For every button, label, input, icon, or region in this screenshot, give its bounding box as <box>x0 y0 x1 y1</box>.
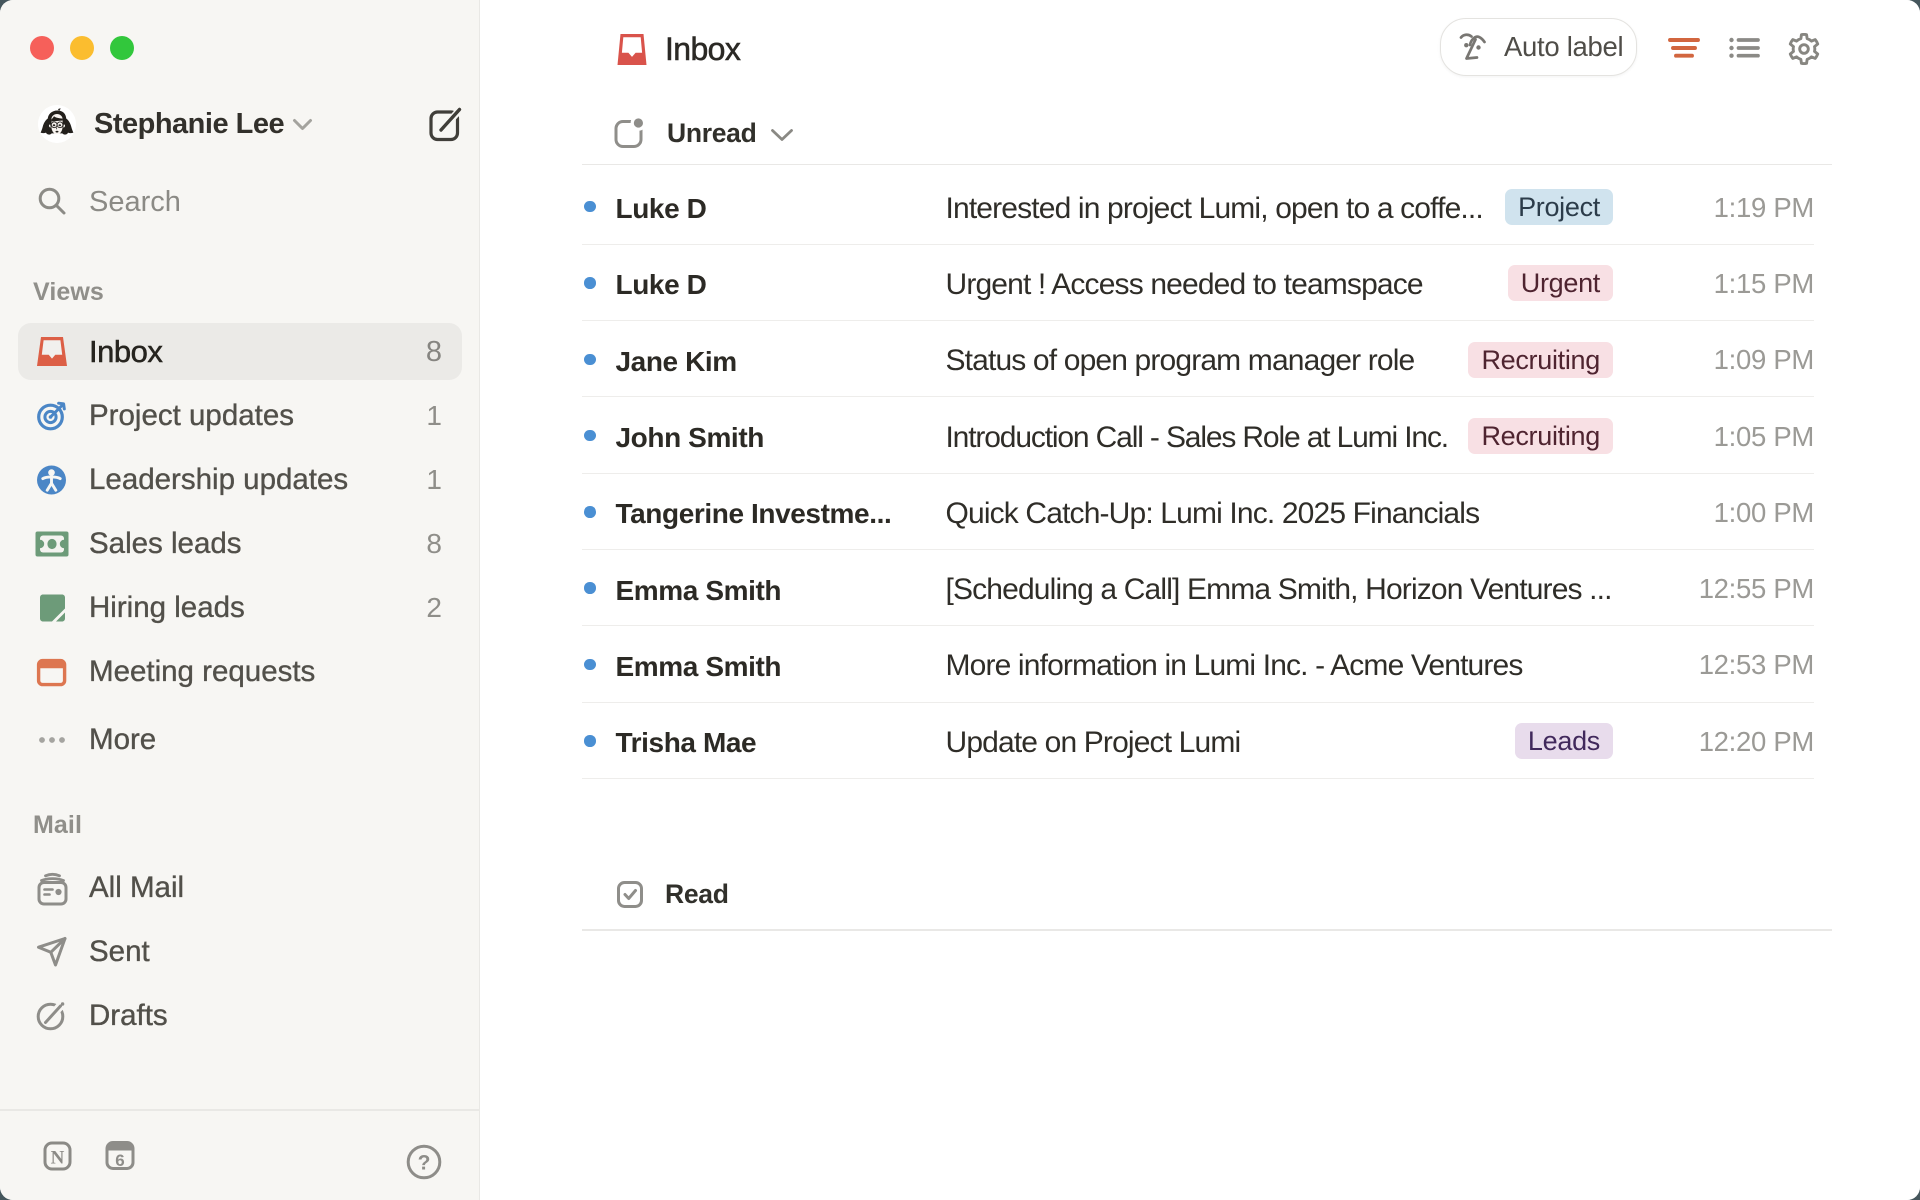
svg-text:N: N <box>51 1148 65 1169</box>
svg-text:?: ? <box>418 1152 431 1175</box>
svg-text:6: 6 <box>115 1151 124 1170</box>
